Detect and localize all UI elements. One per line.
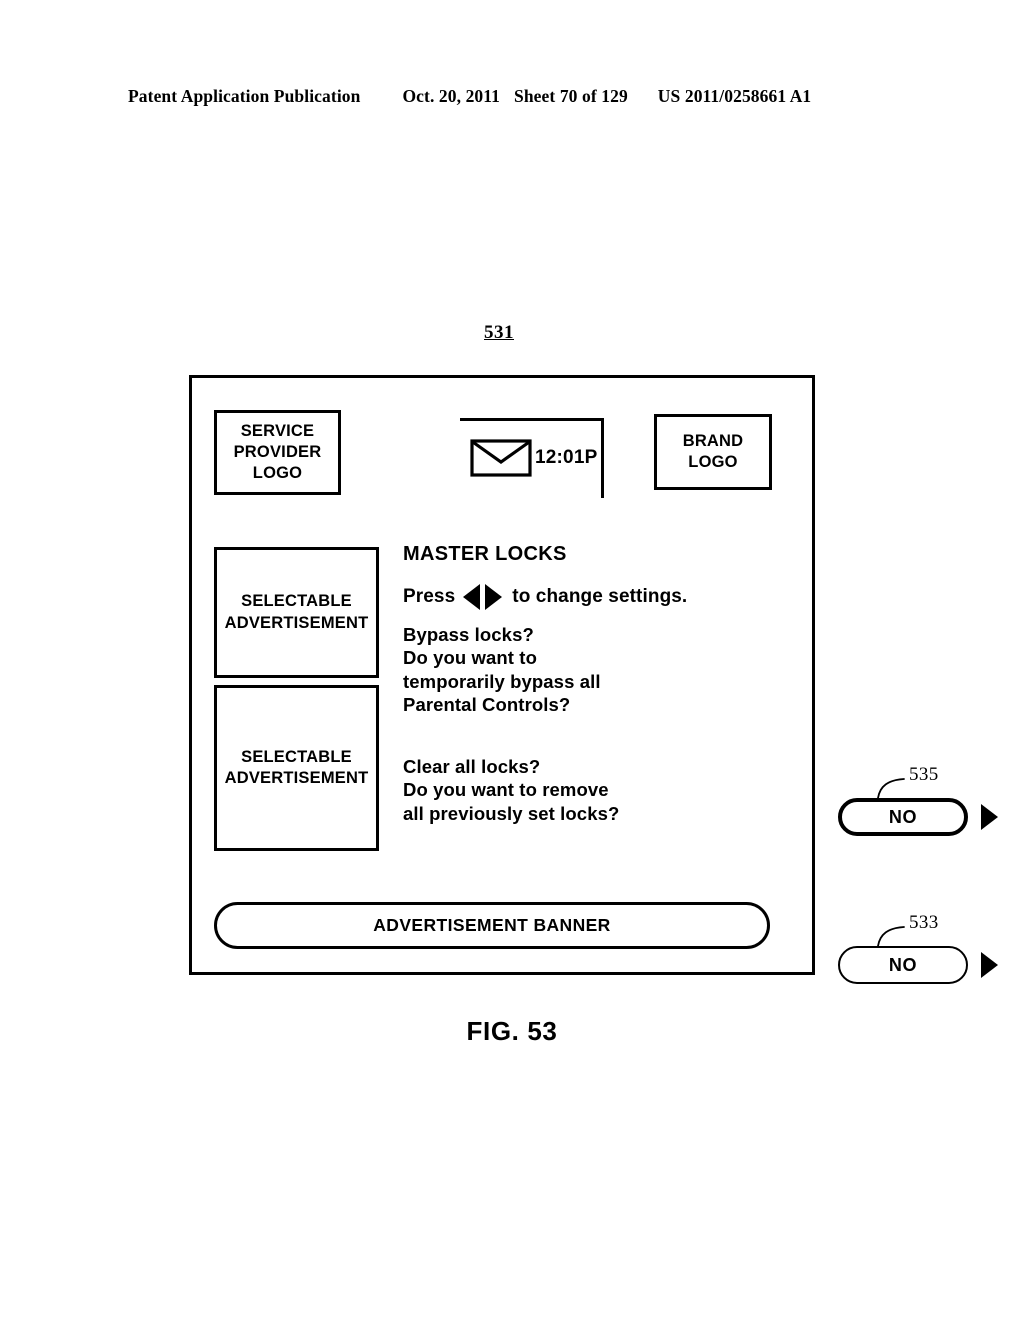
clear-all-locks-row: NO (838, 946, 998, 984)
setting-question-1: Bypass locks? Do you want to temporarily… (403, 623, 601, 717)
left-triangle-icon (463, 584, 481, 610)
callout-535: 535 (876, 764, 986, 800)
setting-question-2: Clear all locks? Do you want to remove a… (403, 755, 619, 825)
setting-question-1-line3: temporarily bypass all (403, 670, 601, 692)
service-provider-logo: SERVICE PROVIDER LOGO (214, 410, 341, 495)
status-bar: 12:01P (470, 439, 597, 477)
service-provider-logo-line2: PROVIDER (233, 442, 322, 461)
figure-caption: FIG. 53 (466, 1016, 558, 1046)
clear-all-locks-next-arrow-icon[interactable] (981, 952, 998, 978)
setting-question-2-line2: Do you want to remove (403, 779, 609, 801)
main-content: MASTER LOCKS Press to change settings. B… (403, 543, 998, 984)
instruction-line: Press to change settings. (403, 584, 803, 610)
advertisement-banner-label: ADVERTISEMENT BANNER (373, 915, 611, 935)
selectable-advertisement-1[interactable]: SELECTABLE ADVERTISEMENT (214, 547, 379, 678)
envelope-icon[interactable] (470, 439, 532, 477)
selectable-advertisement-2[interactable]: SELECTABLE ADVERTISEMENT (214, 685, 379, 851)
brand-logo-line1: BRAND (682, 431, 744, 450)
clear-all-locks-control: 533 NO (838, 912, 998, 984)
setting-question-1-line1: Bypass locks? (403, 624, 534, 645)
clear-all-locks-toggle[interactable]: NO (838, 946, 968, 984)
right-triangle-icon (485, 584, 503, 610)
setting-question-2-line3: all previously set locks? (403, 802, 620, 824)
callout-535-number: 535 (909, 764, 939, 785)
selectable-advertisement-2-line2: ADVERTISEMENT (224, 769, 369, 787)
figure-reference-numeral: 531 (484, 322, 514, 343)
publication-sheet: Sheet 70 of 129 (514, 86, 628, 106)
selectable-advertisement-2-line1: SELECTABLE (241, 747, 352, 766)
bypass-locks-value: NO (888, 806, 918, 827)
setting-question-1-line4: Parental Controls? (403, 694, 571, 716)
selectable-advertisement-1-line1: SELECTABLE (241, 592, 352, 611)
bypass-locks-control: 535 NO (838, 764, 998, 836)
publication-header: Patent Application Publication Oct. 20, … (128, 86, 896, 107)
setting-question-1-line2: Do you want to (403, 647, 537, 669)
setting-question-2-line1: Clear all locks? (403, 756, 541, 777)
status-bar-bracket: 12:01P (460, 418, 604, 498)
clock-time: 12:01P (535, 447, 598, 468)
publication-date: Oct. 20, 2011 (402, 86, 501, 106)
brand-logo: BRAND LOGO (654, 414, 772, 490)
bypass-locks-row: NO (838, 798, 998, 836)
callout-533-number: 533 (909, 912, 939, 933)
bypass-locks-next-arrow-icon[interactable] (981, 804, 998, 830)
page-title: MASTER LOCKS (403, 543, 567, 565)
advertisement-banner[interactable]: ADVERTISEMENT BANNER (214, 902, 770, 949)
publication-number: US 2011/0258661 A1 (657, 86, 812, 106)
instruction-suffix: to change settings. (512, 586, 688, 607)
callout-533: 533 (876, 912, 986, 948)
service-provider-logo-line3: LOGO (252, 464, 303, 483)
instruction-prefix: Press (403, 586, 456, 607)
device-screen-frame: SERVICE PROVIDER LOGO 12:01P BRAND LOGO … (189, 375, 998, 984)
brand-logo-line2: LOGO (688, 453, 738, 471)
bypass-locks-toggle[interactable]: NO (838, 798, 968, 836)
service-provider-logo-line1: SERVICE (240, 421, 315, 440)
clear-all-locks-value: NO (888, 954, 918, 975)
publication-title: Patent Application Publication (128, 86, 361, 106)
selectable-advertisement-1-line2: ADVERTISEMENT (224, 613, 369, 632)
